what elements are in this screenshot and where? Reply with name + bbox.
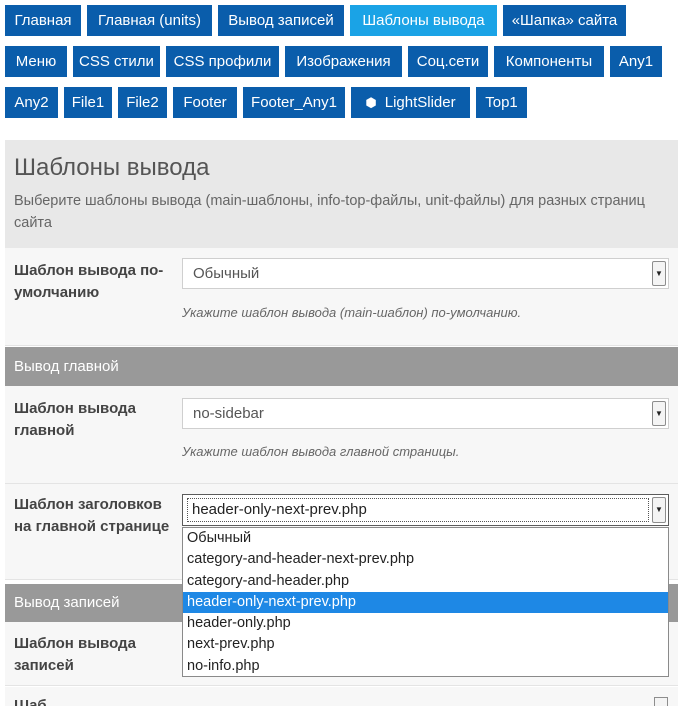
home-template-hint: Укажите шаблон вывода главной страницы. [182, 444, 460, 459]
home-header-dropdown: Обычный category-and-header-next-prev.ph… [182, 527, 669, 677]
default-template-hint: Укажите шаблон вывода (main-шаблон) по-у… [182, 305, 522, 320]
row-default-template: Шаблон вывода по-умолчанию Обычный ▼ Ука… [5, 248, 678, 346]
home-header-value: header-only-next-prev.php [187, 498, 649, 522]
section-home: Вывод главной [5, 347, 678, 386]
tab-top1[interactable]: Top1 [476, 87, 527, 118]
dropdown-option[interactable]: category-and-header-next-prev.php [183, 549, 668, 570]
dropdown-option[interactable]: Обычный [183, 528, 668, 549]
tab-any1[interactable]: Any1 [610, 46, 662, 77]
home-header-label: Шаблон заголовков на главной странице [14, 496, 170, 535]
dropdown-option[interactable]: next-prev.php [183, 634, 668, 655]
default-template-label: Шаблон вывода по-умолчанию [14, 262, 164, 301]
tab-images[interactable]: Изображения [285, 46, 402, 77]
page-description: Выберите шаблоны вывода (main-шаблоны, i… [14, 193, 645, 231]
home-template-select[interactable]: no-sidebar ▼ [182, 398, 669, 429]
row-home-template: Шаблон вывода главной no-sidebar ▼ Укажи… [5, 386, 678, 484]
cube-icon: ⬢ [365, 95, 377, 110]
tab-output-templates[interactable]: Шаблоны вывода [350, 5, 497, 36]
tab-lightslider[interactable]: ⬢ LightSlider [351, 87, 470, 118]
chevron-down-icon [654, 697, 668, 706]
default-template-value: Обычный [193, 265, 260, 282]
tab-file2[interactable]: File2 [118, 87, 167, 118]
chevron-down-icon: ▼ [652, 401, 666, 426]
tab-any2[interactable]: Any2 [5, 87, 58, 118]
home-template-value: no-sidebar [193, 405, 264, 422]
row-next-cutoff: Шаб [5, 687, 678, 706]
tab-css-profiles[interactable]: CSS профили [166, 46, 279, 77]
dropdown-option[interactable]: no-info.php [183, 656, 668, 677]
dropdown-option-selected[interactable]: header-only-next-prev.php [183, 591, 668, 614]
tab-posts-output[interactable]: Вывод записей [218, 5, 344, 36]
home-template-label: Шаблон вывода главной [14, 400, 136, 439]
default-template-select[interactable]: Обычный ▼ [182, 258, 669, 289]
tab-home-units[interactable]: Главная (units) [87, 5, 212, 36]
page-title: Шаблоны вывода [14, 154, 210, 181]
tab-lightslider-label: LightSlider [384, 94, 456, 111]
dropdown-option[interactable]: header-only.php [183, 613, 668, 634]
tab-components[interactable]: Компоненты [494, 46, 604, 77]
tab-footer[interactable]: Footer [173, 87, 237, 118]
page-header: Шаблоны вывода Выберите шаблоны вывода (… [5, 140, 678, 248]
next-row-label: Шаб [14, 697, 47, 706]
tab-footer-any1[interactable]: Footer_Any1 [243, 87, 345, 118]
tab-social[interactable]: Соц.сети [408, 46, 488, 77]
tab-menu[interactable]: Меню [5, 46, 67, 77]
chevron-down-icon: ▼ [652, 497, 666, 523]
posts-template-label: Шаблон вывода записей [14, 635, 136, 674]
tab-home[interactable]: Главная [5, 5, 81, 36]
tab-css-styles[interactable]: CSS стили [73, 46, 160, 77]
chevron-down-icon: ▼ [652, 261, 666, 286]
tab-site-header[interactable]: «Шапка» сайта [503, 5, 626, 36]
tab-file1[interactable]: File1 [64, 87, 112, 118]
dropdown-option[interactable]: category-and-header.php [183, 571, 668, 592]
home-header-select[interactable]: header-only-next-prev.php ▼ [182, 494, 669, 526]
